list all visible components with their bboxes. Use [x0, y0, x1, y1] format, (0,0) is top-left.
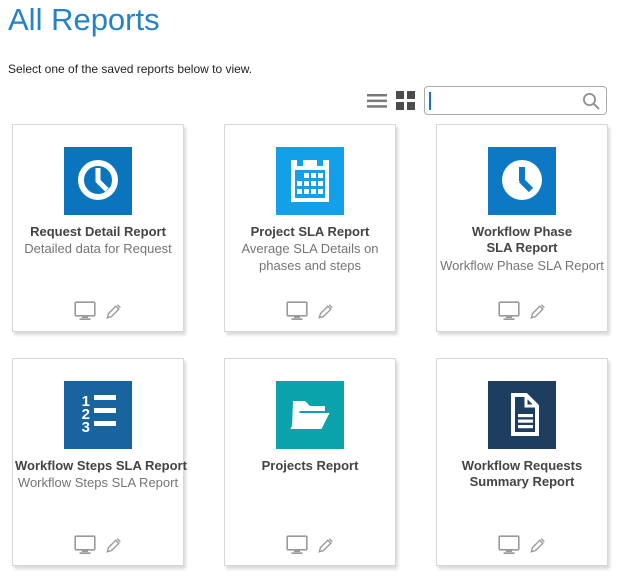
report-description: Workflow Steps SLA Report	[13, 475, 183, 491]
view-report-icon[interactable]	[74, 535, 96, 554]
card-actions	[225, 301, 395, 320]
edit-report-icon[interactable]	[105, 303, 122, 320]
report-title: Request Detail Report	[13, 224, 183, 240]
toolbar	[367, 86, 607, 115]
view-report-icon[interactable]	[286, 301, 308, 320]
report-title: Workflow Phase SLA Report	[461, 224, 583, 257]
search-input[interactable]	[434, 87, 581, 114]
report-title: Workflow Requests Summary Report	[446, 458, 598, 491]
report-title: Project SLA Report	[225, 224, 395, 240]
report-card[interactable]: Workflow Requests Summary Report	[436, 358, 608, 566]
report-card[interactable]: Workflow Phase SLA Report Workflow Phase…	[436, 124, 608, 332]
edit-report-icon[interactable]	[529, 537, 546, 554]
report-card[interactable]: Projects Report	[224, 358, 396, 566]
search-box[interactable]	[424, 86, 607, 115]
search-icon[interactable]	[581, 91, 601, 111]
card-actions	[437, 301, 607, 320]
edit-report-icon[interactable]	[105, 537, 122, 554]
view-report-icon[interactable]	[74, 301, 96, 320]
card-actions	[225, 535, 395, 554]
numbered-list-icon: 1 2 3	[64, 381, 132, 449]
clock-outline-icon	[64, 147, 132, 215]
report-grid: Request Detail Report Detailed data for …	[12, 124, 608, 566]
view-report-icon[interactable]	[286, 535, 308, 554]
card-actions	[437, 535, 607, 554]
folder-open-icon	[276, 381, 344, 449]
report-card[interactable]: 1 2 3 Workflow Steps SLA Report Workflow…	[12, 358, 184, 566]
grid-view-icon[interactable]	[396, 91, 415, 110]
edit-report-icon[interactable]	[529, 303, 546, 320]
page-title: All Reports	[8, 2, 160, 38]
page-subtitle: Select one of the saved reports below to…	[8, 62, 252, 76]
svg-text:3: 3	[82, 419, 90, 436]
view-report-icon[interactable]	[498, 535, 520, 554]
report-description: Detailed data for Request	[13, 241, 183, 257]
report-description: Workflow Phase SLA Report	[437, 258, 607, 274]
edit-report-icon[interactable]	[317, 537, 334, 554]
report-description: Average SLA Details on phases and steps	[234, 241, 386, 274]
report-card[interactable]: Project SLA Report Average SLA Details o…	[224, 124, 396, 332]
edit-report-icon[interactable]	[317, 303, 334, 320]
report-title: Workflow Steps SLA Report	[13, 458, 183, 474]
card-actions	[13, 535, 183, 554]
clock-solid-icon	[488, 147, 556, 215]
view-report-icon[interactable]	[498, 301, 520, 320]
list-view-icon[interactable]	[367, 93, 387, 109]
document-icon	[488, 381, 556, 449]
calendar-icon	[276, 147, 344, 215]
card-actions	[13, 301, 183, 320]
text-caret	[429, 92, 431, 110]
report-card[interactable]: Request Detail Report Detailed data for …	[12, 124, 184, 332]
report-title: Projects Report	[225, 458, 395, 474]
